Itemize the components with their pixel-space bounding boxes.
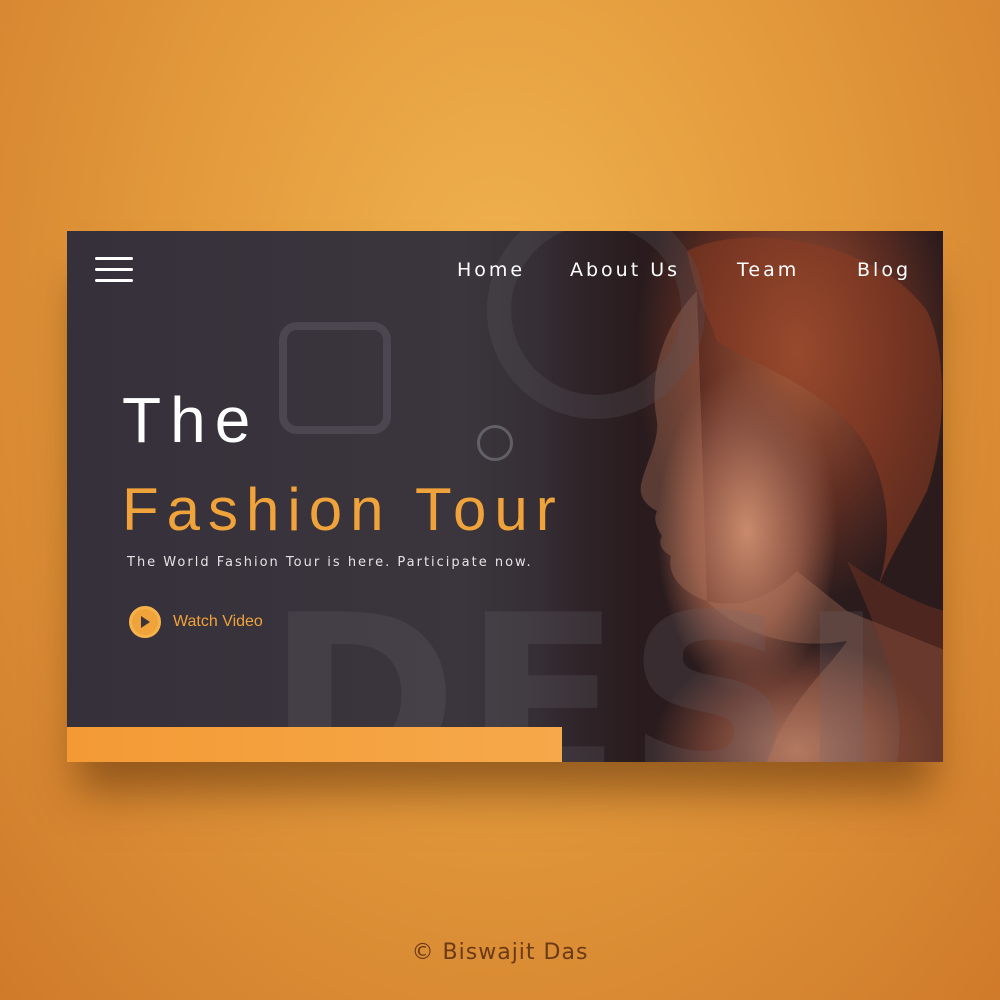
watch-video-label[interactable]: Watch Video xyxy=(173,613,263,631)
watch-video-button[interactable]: Watch Video xyxy=(129,605,263,639)
hero-title-line2: Fashion Tour xyxy=(122,476,564,543)
nav-home[interactable]: Home xyxy=(457,259,525,281)
top-navigation: Home About Us Team Blog xyxy=(67,259,943,289)
accent-bar xyxy=(67,727,562,762)
decorative-ring-small xyxy=(477,425,513,461)
hero-title-line1: The xyxy=(122,384,260,456)
hero-subtitle: The World Fashion Tour is here. Particip… xyxy=(127,555,533,570)
nav-about-us[interactable]: About Us xyxy=(570,259,680,281)
nav-team[interactable]: Team xyxy=(737,259,799,281)
author-credit: © Biswajit Das xyxy=(411,940,589,965)
hero-card: DESI Home About Us Team Blog The Fashion… xyxy=(67,231,943,762)
decorative-square xyxy=(279,322,391,434)
play-icon[interactable] xyxy=(129,606,161,638)
nav-blog[interactable]: Blog xyxy=(857,259,911,281)
